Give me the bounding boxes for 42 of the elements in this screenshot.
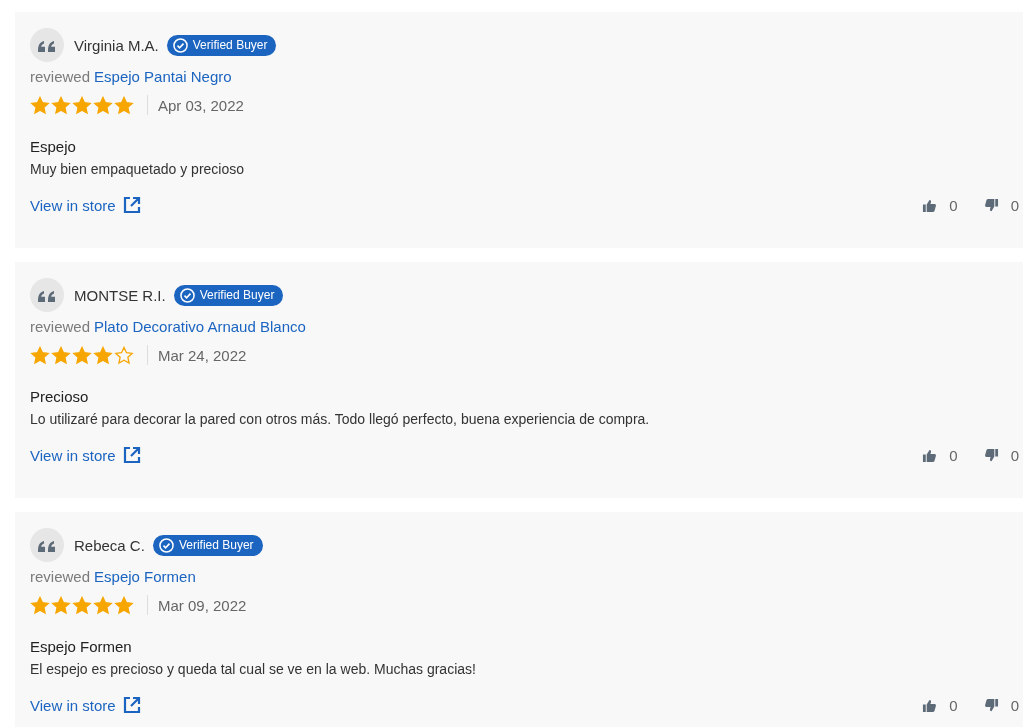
product-link[interactable]: Espejo Pantai Negro [94,68,232,85]
external-link-icon[interactable] [121,195,142,215]
reviewer-name: Virginia M.A. [74,36,159,54]
upvote-count: 0 [949,196,958,214]
review-date: Mar 09, 2022 [158,596,247,614]
product-link[interactable]: Plato Decorativo Arnaud Blanco [94,318,306,335]
reviewed-label: reviewed [30,318,91,335]
downvote-count: 0 [1010,696,1019,714]
review-text: Muy bien empaquetado y precioso [30,160,246,179]
thumbs-up-icon[interactable] [922,447,938,463]
review-title: Precioso [30,387,90,407]
review-date: Mar 24, 2022 [158,346,247,364]
upvote-count: 0 [949,446,958,464]
view-in-store-link[interactable]: View in store [30,445,142,465]
reviewer-name: MONTSE R.I. [74,286,166,304]
quote-avatar-icon [30,28,64,62]
verified-buyer-badge: Verified Buyer [173,284,284,306]
quote-avatar-icon [30,528,64,562]
review-text: El espejo es precioso y queda tal cual se ve en la web. Muchas gracias! [30,660,477,679]
verified-buyer-badge: Verified Buyer [152,534,263,556]
external-link-icon[interactable] [121,445,142,465]
reviewer-name: Rebeca C. [74,536,145,554]
thumbs-up-icon[interactable] [922,197,938,213]
review-title: Espejo [30,137,77,157]
quote-avatar-icon [30,278,64,312]
thumbs-up-icon[interactable] [922,697,938,713]
thumbs-down-icon[interactable] [983,447,999,463]
view-in-store-link[interactable]: View in store [30,195,142,215]
reviewed-label: reviewed [30,568,91,585]
external-link-icon[interactable] [121,695,142,715]
thumbs-down-icon[interactable] [983,697,999,713]
view-in-store-link[interactable]: View in store [30,695,142,715]
review-text: Lo utilizaré para decorar la pared con otros más. Todo llegó perfecto, buena experiencia de compra. [30,410,651,429]
thumbs-down-icon[interactable] [983,197,999,213]
upvote-count: 0 [949,696,958,714]
review-title: Espejo Formen [30,637,133,657]
review-date: Apr 03, 2022 [158,96,244,114]
product-link[interactable]: Espejo Formen [94,568,196,585]
downvote-count: 0 [1010,446,1019,464]
downvote-count: 0 [1010,196,1019,214]
verified-buyer-badge: Verified Buyer [166,34,277,56]
reviewed-label: reviewed [30,68,91,85]
